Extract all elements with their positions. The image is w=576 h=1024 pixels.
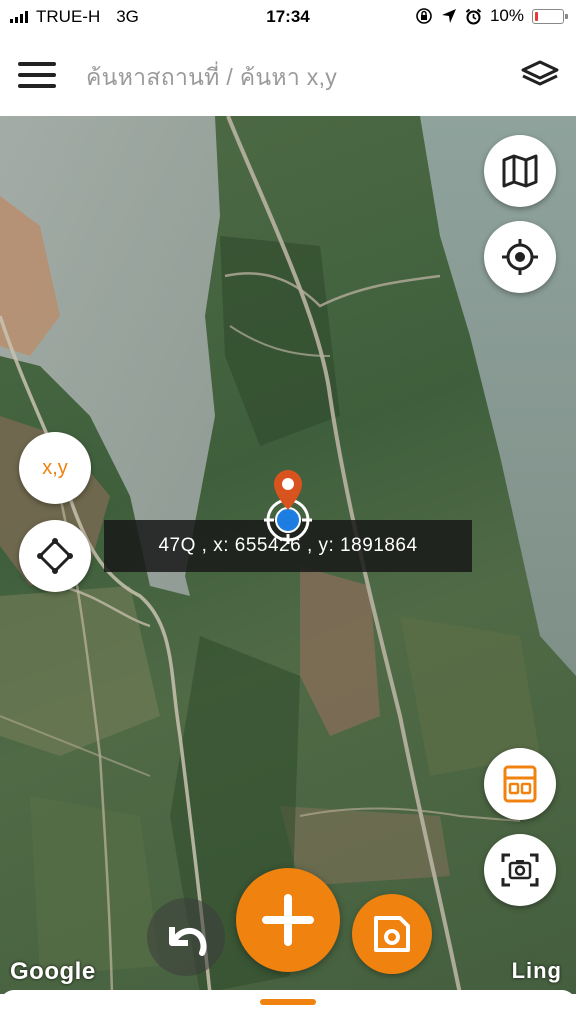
xy-button-label: x,y [42,456,68,479]
battery-percent: 10% [489,6,524,25]
battery-icon [532,8,568,24]
alarm-icon [465,8,482,24]
shape-button[interactable] [19,520,91,592]
camera-capture-icon [501,853,539,887]
storage-icon [503,765,537,803]
add-button[interactable] [236,868,340,972]
hamburger-menu-icon[interactable] [18,60,56,90]
plus-icon [262,894,314,946]
rotation-lock-icon [416,8,432,24]
google-attribution: Google [10,958,96,985]
save-button[interactable] [352,894,432,974]
sheet-drag-handle[interactable] [260,999,316,1005]
location-arrow-icon [441,9,456,23]
crosshair-icon [502,239,538,275]
diamond-icon [37,538,73,574]
undo-button[interactable] [147,898,225,976]
location-pin-icon [264,470,312,544]
my-location-button[interactable] [484,221,556,293]
status-bar: TRUE-H 3G 17:34 10% [0,0,576,34]
layers-icon[interactable] [520,56,560,92]
search-input[interactable]: ค้นหาสถานที่ / ค้นหา x,y [86,60,337,96]
undo-icon [169,927,207,956]
save-icon [374,916,410,952]
map-type-button[interactable] [484,135,556,207]
brand-label: Ling [511,958,562,983]
map-icon [502,154,538,188]
xy-button[interactable]: x,y [19,432,91,504]
satellite-map[interactable]: 47Q , x: 655426 , y: 1891864 x,y Google … [0,116,576,994]
bottom-sheet[interactable] [0,990,576,1024]
search-header: ค้นหาสถานที่ / ค้นหา x,y [0,34,576,116]
save-panel-button[interactable] [484,748,556,820]
capture-button[interactable] [484,834,556,906]
